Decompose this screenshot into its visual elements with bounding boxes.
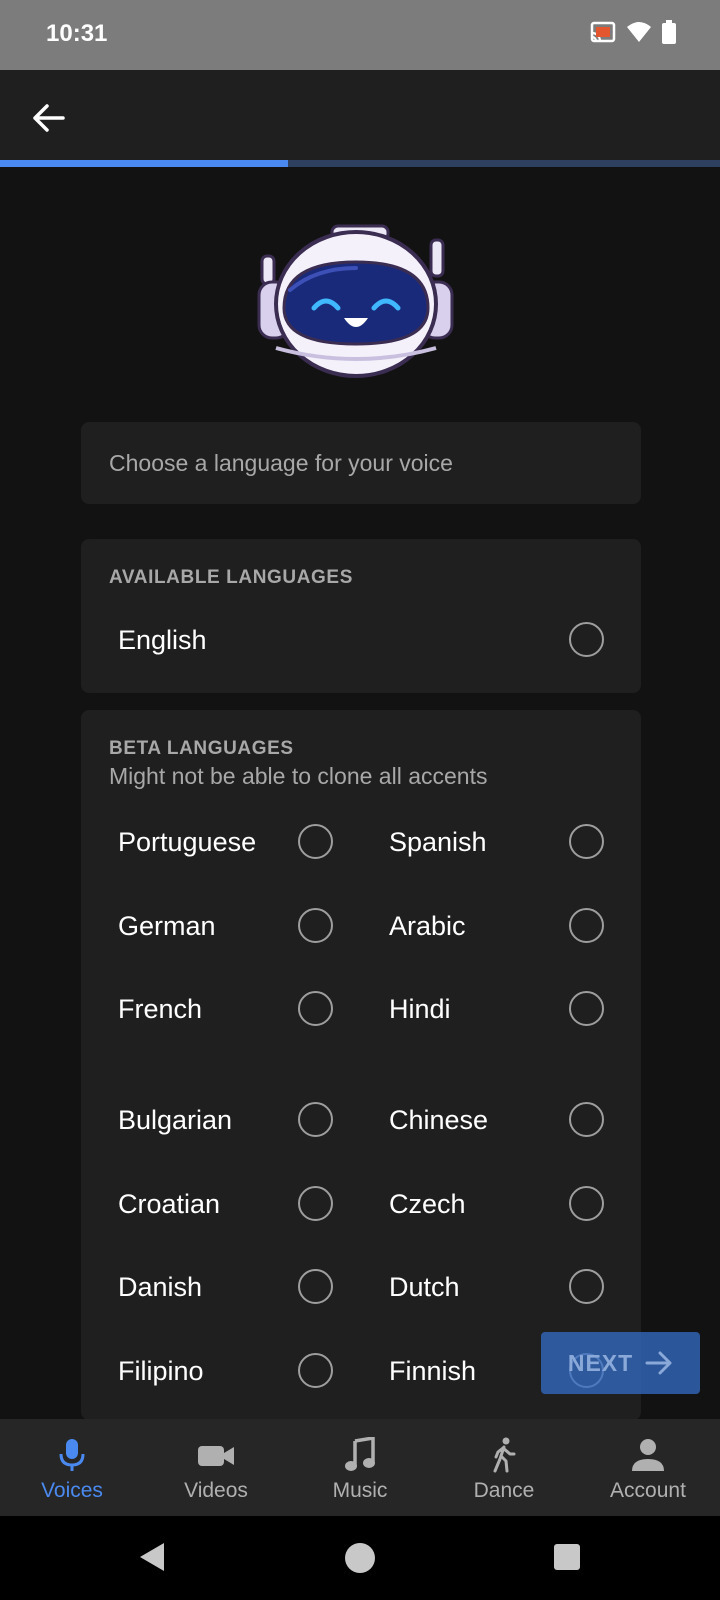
language-option-portuguese[interactable]: Portuguese <box>118 817 333 867</box>
language-label: Arabic <box>389 910 466 941</box>
language-option-czech[interactable]: Czech <box>389 1179 604 1229</box>
radio-button[interactable] <box>298 991 333 1026</box>
prompt-text: Choose a language for your voice <box>109 450 453 476</box>
language-label: French <box>118 993 203 1024</box>
language-label: Czech <box>389 1188 466 1219</box>
next-button[interactable]: NEXT <box>541 1332 700 1394</box>
radio-button[interactable] <box>298 1102 333 1137</box>
wifi-icon <box>627 22 651 42</box>
radio-button[interactable] <box>569 908 604 943</box>
nav-item-videos[interactable]: Videos <box>144 1419 288 1516</box>
system-back-icon[interactable] <box>136 1540 168 1574</box>
radio-button[interactable] <box>569 1186 604 1221</box>
system-recents-icon[interactable] <box>554 1544 580 1570</box>
walking-person-icon <box>493 1437 516 1473</box>
radio-button[interactable] <box>298 1353 333 1388</box>
beta-languages-card: BETA LANGUAGES Might not be able to clon… <box>81 710 641 1420</box>
robot-mascot-icon <box>257 224 454 378</box>
radio-button[interactable] <box>298 1186 333 1221</box>
nav-item-voices[interactable]: Voices <box>0 1419 144 1516</box>
arrow-left-icon <box>33 104 65 132</box>
beta-languages-subtitle: Might not be able to clone all accents <box>109 763 488 789</box>
language-option-croatian[interactable]: Croatian <box>118 1179 333 1229</box>
language-label: Bulgarian <box>118 1104 233 1135</box>
voice-language-prompt: Choose a language for your voice <box>81 422 641 504</box>
radio-button[interactable] <box>569 991 604 1026</box>
language-option-german[interactable]: German <box>118 901 333 951</box>
nav-label: Videos <box>184 1479 248 1502</box>
language-label: Finnish <box>389 1355 477 1386</box>
music-note-icon <box>345 1437 375 1471</box>
nav-item-account[interactable]: Account <box>576 1419 720 1516</box>
video-camera-icon <box>198 1446 234 1466</box>
radio-button[interactable] <box>569 1269 604 1304</box>
bottom-navigation: Voices Videos Music Dance Account <box>0 1419 720 1516</box>
radio-button[interactable] <box>569 824 604 859</box>
language-label: Portuguese <box>118 826 257 857</box>
language-label: Dutch <box>389 1271 460 1302</box>
language-label: German <box>118 910 216 941</box>
radio-button[interactable] <box>569 622 604 657</box>
language-option-filipino[interactable]: Filipino <box>118 1346 333 1396</box>
language-option-bulgarian[interactable]: Bulgarian <box>118 1095 333 1145</box>
language-option-chinese[interactable]: Chinese <box>389 1095 604 1145</box>
screen: 10:31 Choose a language for your voice A… <box>0 0 720 1600</box>
app-bar <box>0 70 720 160</box>
language-option-french[interactable]: French <box>118 984 333 1034</box>
language-label: Chinese <box>389 1104 489 1135</box>
language-label: English <box>118 624 207 655</box>
language-option-spanish[interactable]: Spanish <box>389 817 604 867</box>
progress-fill <box>0 160 288 167</box>
system-navigation-bar <box>0 1516 720 1600</box>
language-option-hindi[interactable]: Hindi <box>389 984 604 1034</box>
nav-label: Account <box>610 1479 686 1502</box>
nav-label: Music <box>332 1479 388 1502</box>
nav-label: Dance <box>473 1479 535 1502</box>
cast-icon <box>590 21 616 43</box>
progress-bar <box>0 160 720 167</box>
beta-languages-title: BETA LANGUAGES <box>109 738 294 759</box>
radio-button[interactable] <box>298 1269 333 1304</box>
language-option-danish[interactable]: Danish <box>118 1262 333 1312</box>
status-icons <box>590 20 676 44</box>
radio-button[interactable] <box>298 824 333 859</box>
language-label: Croatian <box>118 1188 221 1219</box>
back-button[interactable] <box>26 96 70 140</box>
nav-label: Voices <box>41 1479 103 1502</box>
language-label: Danish <box>118 1271 203 1302</box>
language-option-dutch[interactable]: Dutch <box>389 1262 604 1312</box>
microphone-icon <box>59 1439 85 1471</box>
nav-item-music[interactable]: Music <box>288 1419 432 1516</box>
radio-button[interactable] <box>298 908 333 943</box>
status-time: 10:31 <box>46 20 108 47</box>
radio-button[interactable] <box>569 1102 604 1137</box>
system-home-icon[interactable] <box>345 1543 375 1573</box>
arrow-right-icon <box>645 1351 672 1375</box>
status-bar: 10:31 <box>0 0 720 70</box>
battery-icon <box>662 20 676 44</box>
available-languages-card: AVAILABLE LANGUAGES English <box>81 539 641 693</box>
next-label: NEXT <box>567 1349 634 1376</box>
person-icon <box>632 1439 664 1471</box>
language-option-arabic[interactable]: Arabic <box>389 901 604 951</box>
nav-item-dance[interactable]: Dance <box>432 1419 576 1516</box>
language-label: Spanish <box>389 826 487 857</box>
language-label: Filipino <box>118 1355 204 1386</box>
language-option-english[interactable]: English <box>118 615 608 665</box>
language-label: Hindi <box>389 993 451 1024</box>
available-languages-title: AVAILABLE LANGUAGES <box>109 567 353 588</box>
